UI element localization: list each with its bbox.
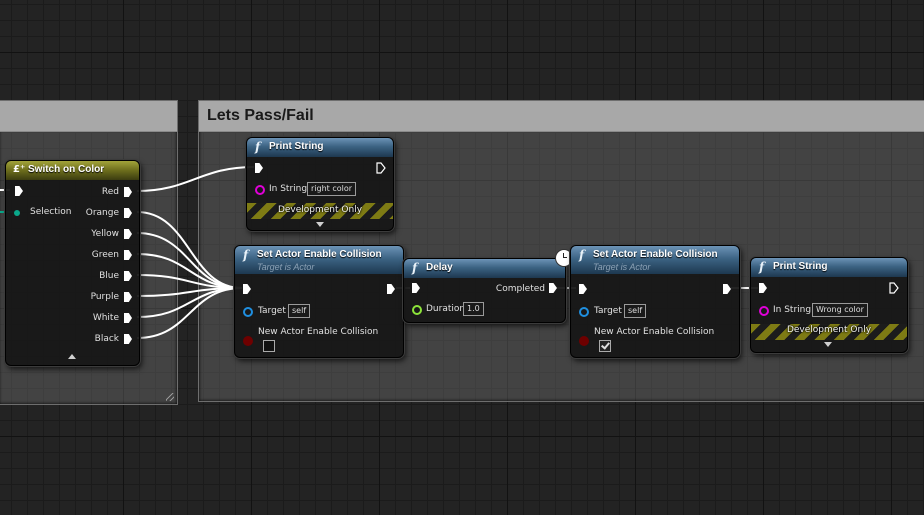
in-string-pin[interactable]	[255, 185, 265, 195]
node-header[interactable]: £⁺ Switch on Color	[6, 161, 139, 180]
node-title: Set Actor Enable Collision	[593, 249, 718, 260]
node-title: Delay	[426, 262, 453, 273]
print-string-node-right[interactable]: f Print String In String Wrong color Dev…	[750, 257, 908, 353]
target-pin[interactable]	[579, 307, 589, 317]
node-header[interactable]: f Set Actor Enable Collision Target is A…	[571, 246, 739, 274]
set-actor-enable-collision-node-1[interactable]: f Set Actor Enable Collision Target is A…	[234, 245, 404, 358]
node-header[interactable]: f Set Actor Enable Collision Target is A…	[235, 246, 403, 274]
output-label-yellow: Yellow	[91, 229, 119, 239]
duration-input[interactable]: 1.0	[463, 302, 484, 316]
development-only-label: Development Only	[277, 205, 363, 215]
exec-out-pin-black[interactable]	[124, 334, 132, 344]
expand-arrow-icon[interactable]	[824, 342, 832, 347]
collapse-arrow-icon[interactable]	[68, 354, 76, 359]
development-only-label: Development Only	[786, 325, 872, 335]
output-label-black: Black	[94, 334, 119, 344]
exec-out-pin-yellow[interactable]	[124, 229, 132, 239]
enable-collision-checkbox[interactable]	[599, 340, 611, 352]
in-string-input[interactable]: Wrong color	[812, 303, 868, 317]
node-title: Switch on Color	[28, 164, 105, 175]
function-icon: f	[412, 261, 418, 275]
node-title: Print String	[269, 141, 324, 152]
selection-label: Selection	[30, 207, 72, 217]
exec-wire-orange	[136, 211, 243, 289]
function-icon: f	[255, 140, 261, 154]
in-string-input[interactable]: right color	[307, 182, 357, 196]
enable-collision-label: New Actor Enable Collision	[258, 327, 379, 337]
exec-wire-yellow	[136, 232, 243, 289]
function-icon: f	[759, 260, 765, 274]
switch-on-color-node[interactable]: £⁺ Switch on Color Selection Red Orange …	[5, 160, 140, 366]
in-string-label: In String	[269, 184, 308, 194]
enable-collision-pin[interactable]	[579, 336, 589, 346]
exec-out-pin-orange[interactable]	[124, 208, 132, 218]
exec-out-pin[interactable]	[376, 162, 386, 174]
output-label-purple: Purple	[90, 292, 119, 302]
selection-pin[interactable]	[14, 210, 20, 216]
exec-in-pin[interactable]	[15, 186, 23, 196]
delay-node[interactable]: f Delay Completed Duration 1.0	[403, 258, 566, 323]
exec-out-pin-red[interactable]	[124, 187, 132, 197]
exec-out-pin[interactable]	[889, 282, 899, 294]
exec-in-pin[interactable]	[759, 283, 767, 293]
node-subtitle: Target is Actor	[257, 262, 315, 272]
output-label-white: White	[92, 313, 119, 323]
enable-collision-checkbox[interactable]	[263, 340, 275, 352]
print-string-node-top[interactable]: f Print String In String right color Dev…	[246, 137, 394, 231]
set-actor-enable-collision-node-2[interactable]: f Set Actor Enable Collision Target is A…	[570, 245, 740, 358]
duration-pin[interactable]	[412, 305, 422, 315]
exec-wire-red-to-print	[136, 166, 255, 192]
exec-out-pin[interactable]	[387, 284, 395, 294]
exec-in-pin[interactable]	[579, 284, 587, 294]
in-string-pin[interactable]	[759, 306, 769, 316]
exec-in-pin[interactable]	[243, 284, 251, 294]
expand-arrow-icon[interactable]	[316, 222, 324, 227]
target-pin[interactable]	[243, 307, 253, 317]
exec-out-pin-purple[interactable]	[124, 292, 132, 302]
output-label-green: Green	[91, 250, 119, 260]
target-value: self	[288, 304, 311, 318]
exec-out-pin[interactable]	[723, 284, 731, 294]
node-title: Print String	[773, 261, 828, 272]
duration-label: Duration	[426, 304, 466, 314]
exec-out-pin-blue[interactable]	[124, 271, 132, 281]
completed-label: Completed	[495, 284, 545, 294]
node-subtitle: Target is Actor	[593, 262, 651, 272]
exec-in-pin[interactable]	[412, 283, 420, 293]
output-label-red: Red	[101, 187, 119, 197]
target-label: Target	[594, 306, 622, 316]
output-label-orange: Orange	[85, 208, 119, 218]
node-header[interactable]: f Delay	[404, 259, 565, 278]
in-string-label: In String	[773, 305, 812, 315]
target-label: Target	[258, 306, 286, 316]
exec-out-completed-pin[interactable]	[549, 283, 557, 293]
enable-collision-label: New Actor Enable Collision	[594, 327, 715, 337]
output-label-blue: Blue	[99, 271, 119, 281]
exec-out-pin-green[interactable]	[124, 250, 132, 260]
node-title: Set Actor Enable Collision	[257, 249, 382, 260]
function-icon: f	[579, 248, 585, 262]
exec-in-pin[interactable]	[255, 163, 263, 173]
function-icon: f	[243, 248, 249, 262]
enable-collision-pin[interactable]	[243, 336, 253, 346]
node-header[interactable]: f Print String	[751, 258, 907, 277]
target-value: self	[624, 304, 647, 318]
exec-out-pin-white[interactable]	[124, 313, 132, 323]
node-header[interactable]: f Print String	[247, 138, 393, 157]
switch-icon: £⁺	[13, 164, 26, 175]
